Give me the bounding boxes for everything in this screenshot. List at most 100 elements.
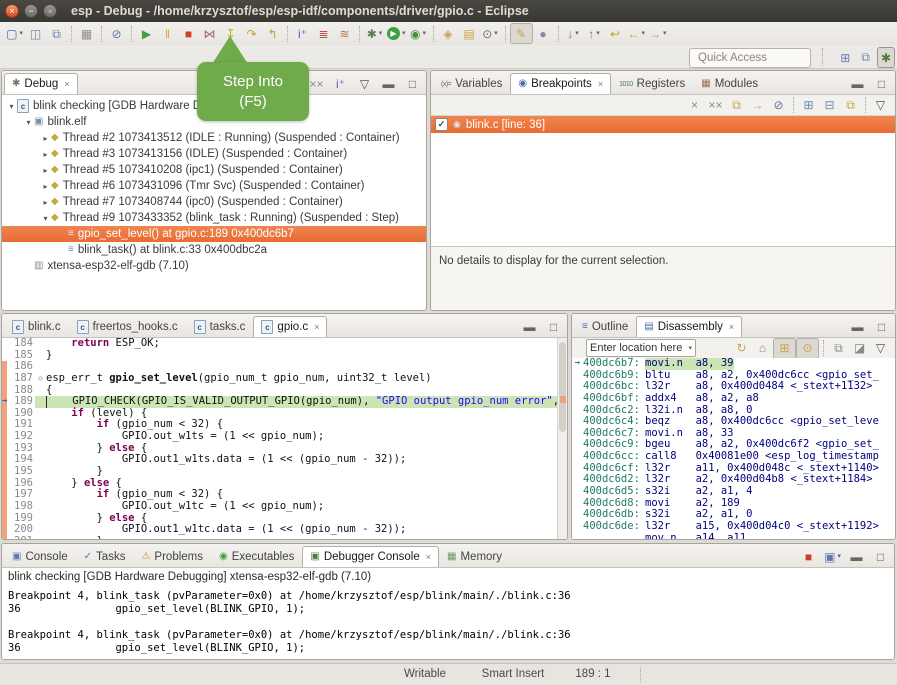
suspend-icon[interactable]: ‖: [157, 24, 178, 43]
debug-tree-row[interactable]: ▾◆Thread #9 1073433352 (blink_task : Run…: [2, 210, 426, 226]
minimize-icon[interactable]: ▬: [378, 74, 399, 93]
show-annotations-icon[interactable]: ●: [533, 24, 554, 43]
remove-all-breakpoints-icon[interactable]: ××: [705, 96, 726, 115]
tree-expander-icon[interactable]: ▸: [40, 134, 51, 143]
change-annotation-marker[interactable]: [560, 396, 566, 403]
tree-expander-icon[interactable]: ▸: [40, 182, 51, 191]
code-line[interactable]: 187⊖esp_err_t gpio_set_level(gpio_num_t …: [2, 373, 557, 385]
open-resource-icon[interactable]: ▤: [459, 24, 480, 43]
debug-history-icon[interactable]: ✱▾: [364, 24, 385, 43]
maximize-icon[interactable]: □: [870, 547, 891, 566]
tree-expander-icon[interactable]: ▸: [40, 166, 51, 175]
console-output[interactable]: Breakpoint 4, blink_task (pvParameter=0x…: [2, 590, 894, 659]
tab-tasks-c[interactable]: ctasks.c: [186, 316, 254, 337]
tab-registers[interactable]: 1010Registers: [611, 73, 693, 94]
search-icon[interactable]: ⊙▾: [480, 24, 501, 43]
debug-tree-row[interactable]: ▸◆Thread #3 1073413156 (IDLE) (Suspended…: [2, 146, 426, 162]
tree-expander-icon[interactable]: ▾: [40, 214, 51, 223]
debug-history-dropdown-icon[interactable]: ▾: [379, 30, 383, 37]
close-tab-icon[interactable]: ×: [64, 79, 69, 89]
disassembly-line[interactable]: 400dc6bf:addx4 a8, a2, a8: [572, 393, 895, 405]
previous-annotation-dropdown-icon[interactable]: ▾: [596, 30, 600, 37]
code-text[interactable]: esp_err_t gpio_set_level(gpio_num_t gpio…: [46, 373, 557, 385]
track-expression-icon[interactable]: ⊙: [796, 338, 819, 359]
disassembly-line-current[interactable]: →400dc6b7:movi.n a8, 39: [572, 358, 895, 370]
debug-tree-row[interactable]: ▸◆Thread #7 1073408744 (ipc0) (Suspended…: [2, 194, 426, 210]
home-pc-icon[interactable]: ⌂: [752, 339, 773, 358]
breakpoint-checkbox[interactable]: ✓: [435, 118, 448, 131]
tab-outline[interactable]: ≡Outline: [574, 316, 636, 337]
code-line[interactable]: 185}: [2, 350, 557, 362]
breakpoint-row-selected[interactable]: ✓◉blink.c [line: 36]: [431, 116, 895, 133]
cpp-perspective-button[interactable]: ⧉: [857, 47, 874, 68]
code-text[interactable]: }: [46, 466, 557, 478]
disassembly-line[interactable]: mov.n a14, a11: [572, 533, 895, 539]
code-text[interactable]: }: [46, 536, 557, 539]
save-icon[interactable]: ◫: [25, 24, 46, 43]
tree-expander-icon[interactable]: ▾: [23, 118, 34, 127]
display-selected-console-dropdown-icon[interactable]: ▾: [837, 553, 841, 560]
link-with-debug-view-icon[interactable]: ⧉: [840, 96, 861, 115]
open-perspective-button[interactable]: ⊞: [836, 47, 854, 68]
tab-problems[interactable]: ⚠Problems: [133, 546, 211, 567]
search-dropdown-icon[interactable]: ▾: [494, 30, 498, 37]
window-close-button[interactable]: ×: [5, 4, 19, 18]
use-step-filters-icon[interactable]: ≋: [334, 24, 355, 43]
step-return-icon[interactable]: ↰: [262, 24, 283, 43]
tab-breakpoints[interactable]: ◉Breakpoints×: [510, 73, 611, 94]
external-tools-dropdown-icon[interactable]: ▾: [423, 30, 427, 37]
close-tab-icon[interactable]: ×: [314, 322, 319, 332]
code-text[interactable]: GPIO.out1_w1ts.data = (1 << (gpio_num - …: [46, 454, 557, 466]
editor-scrollbar[interactable]: [557, 338, 567, 539]
debug-perspective-button[interactable]: ✱: [877, 47, 895, 68]
tree-expander-icon[interactable]: ▾: [6, 102, 17, 111]
tree-expander-icon[interactable]: ▸: [40, 198, 51, 207]
skip-all-breakpoints-icon[interactable]: ⊘: [768, 96, 789, 115]
minimize-icon[interactable]: ▬: [519, 317, 540, 336]
build-icon[interactable]: ▦: [76, 24, 97, 43]
toggle-mark-occurrences-icon[interactable]: ✎: [510, 23, 533, 44]
collapse-all-icon[interactable]: ⊟: [819, 96, 840, 115]
disassembly-line[interactable]: 400dc6d5:s32i a2, a1, 4: [572, 486, 895, 498]
resume-at-line-icon[interactable]: ≣: [313, 24, 334, 43]
show-breakpoints-for-selection-icon[interactable]: ⧉: [726, 96, 747, 115]
debug-tree-row[interactable]: ≡blink_task() at blink.c:33 0x400dbc2a: [2, 242, 426, 258]
tab-gpio-c[interactable]: cgpio.c×: [253, 316, 327, 337]
tab-debugger-console[interactable]: ▣Debugger Console×: [302, 546, 439, 567]
tab-blink-c[interactable]: cblink.c: [4, 316, 69, 337]
tab-memory[interactable]: ▦Memory: [439, 546, 510, 567]
line-number[interactable]: 195: [7, 466, 35, 478]
tab-tasks[interactable]: ✓Tasks: [76, 546, 134, 567]
instruction-stepping-icon[interactable]: i⁺: [292, 24, 313, 43]
debug-tree-row[interactable]: ▸◆Thread #2 1073413512 (IDLE : Running) …: [2, 130, 426, 146]
line-number[interactable]: 184: [7, 338, 35, 350]
stack-frame-row-selected[interactable]: ≡gpio_set_level() at gpio.c:189 0x400dc6…: [2, 226, 426, 242]
scrollbar-thumb[interactable]: [559, 342, 566, 432]
line-number[interactable]: 187: [7, 373, 35, 385]
window-minimize-button[interactable]: −: [24, 4, 38, 18]
window-maximize-button[interactable]: ▫: [43, 4, 57, 18]
run-history-icon[interactable]: ▶▾: [385, 24, 408, 43]
back-dropdown-icon[interactable]: ▾: [642, 30, 646, 37]
code-text[interactable]: GPIO.out1_w1tc.data = (1 << (gpio_num - …: [46, 524, 557, 536]
expand-all-icon[interactable]: ⊞: [798, 96, 819, 115]
minimize-icon[interactable]: ▬: [847, 317, 868, 336]
last-edit-location-icon[interactable]: ↩: [605, 24, 626, 43]
maximize-icon[interactable]: □: [402, 74, 423, 93]
maximize-icon[interactable]: □: [543, 317, 564, 336]
code-text[interactable]: }: [46, 350, 557, 362]
disassembly-line[interactable]: 400dc6de:l32r a15, 0x400d04c0 <_stext+11…: [572, 521, 895, 533]
maximize-icon[interactable]: □: [871, 74, 892, 93]
terminate-icon[interactable]: ■: [178, 24, 199, 43]
debug-tree-row[interactable]: ▥xtensa-esp32-elf-gdb (7.10): [2, 258, 426, 274]
combo-dropdown-icon[interactable]: ▾: [688, 344, 692, 352]
external-tools-icon[interactable]: ◉▾: [408, 24, 429, 43]
pin-view-icon[interactable]: ◪: [849, 339, 870, 358]
line-number[interactable]: 198: [7, 501, 35, 513]
terminate-console-icon[interactable]: ■: [798, 547, 819, 566]
view-menu-icon[interactable]: ▽: [870, 96, 891, 115]
close-tab-icon[interactable]: ×: [729, 322, 734, 332]
tab-disassembly[interactable]: ▤Disassembly×: [636, 316, 742, 337]
location-input[interactable]: Enter location here: [590, 342, 682, 354]
tab-freertos-hooks-c[interactable]: cfreertos_hooks.c: [69, 316, 186, 337]
